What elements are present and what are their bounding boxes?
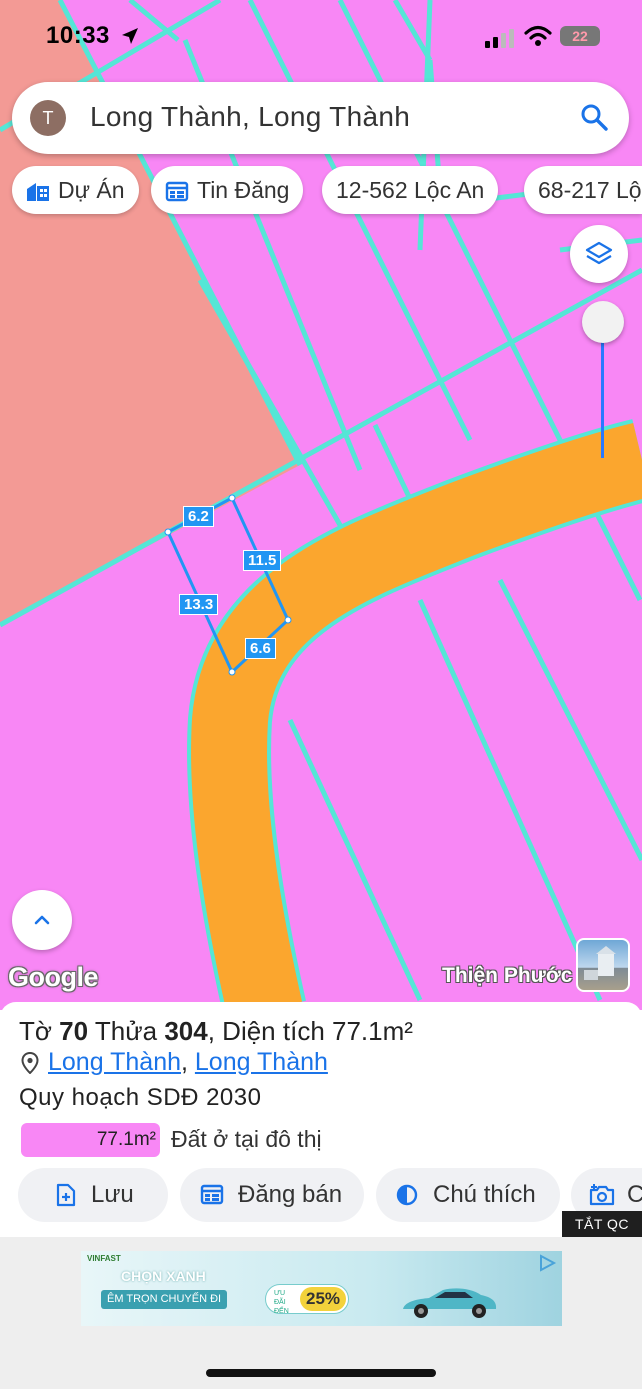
chip-tin-dang[interactable]: Tin Đăng — [151, 166, 304, 214]
car-icon — [403, 1288, 497, 1318]
post-sale-icon — [200, 1184, 224, 1205]
location-link-district[interactable]: Long Thành — [48, 1048, 181, 1076]
parcel-info-sheet[interactable]: Tờ 70 Thửa 304, Diện tích 77.1m² Long Th… — [0, 1002, 642, 1238]
lot-label: Thửa — [94, 1016, 158, 1046]
chip-label: Dự Án — [58, 177, 125, 203]
google-logo: Google — [8, 962, 99, 992]
ad-deal-badge: ƯU ĐÃI ĐẾN 25% — [265, 1284, 349, 1315]
area-value: 77.1m² — [332, 1016, 413, 1046]
ad-deal-caption: ƯU ĐÃI ĐẾN — [274, 1290, 289, 1315]
chip-label: 12-562 Lộc An — [336, 177, 485, 203]
chip-du-an[interactable]: Dự Án — [12, 166, 139, 214]
status-bar: 10:33 22 — [0, 0, 642, 72]
listing-icon — [165, 181, 189, 202]
legend-button-label: Chú thích — [433, 1181, 536, 1208]
area-label: Diện tích — [222, 1016, 325, 1046]
map-place-label[interactable]: Thiện Phước — [442, 964, 572, 988]
home-indicator — [206, 1369, 436, 1377]
parcel-title: Tờ 70 Thửa 304, Diện tích 77.1m² — [19, 1016, 413, 1046]
ad-brand-logo: VINFAST — [87, 1254, 121, 1263]
post-for-sale-label: Đăng bán — [238, 1181, 343, 1208]
legend-icon — [396, 1184, 418, 1206]
location-separator: , — [181, 1048, 188, 1076]
battery-indicator: 22 — [560, 26, 600, 46]
opacity-slider-handle[interactable] — [582, 301, 624, 343]
save-button[interactable]: Lưu — [18, 1168, 168, 1222]
dimension-label-right: 11.5 — [243, 550, 282, 571]
chip-label: Tin Đăng — [197, 177, 290, 203]
search-input[interactable]: Long Thành, Long Thành — [90, 101, 410, 133]
building-icon — [27, 183, 49, 201]
search-icon[interactable] — [579, 102, 609, 132]
land-use-description: Đất ở tại đô thị — [171, 1126, 322, 1152]
chip-recent-search-1[interactable]: 12-562 Lộc An — [322, 166, 499, 214]
wifi-icon — [524, 25, 552, 46]
dimension-label-top: 6.2 — [183, 506, 214, 527]
location-pin-icon — [21, 1052, 39, 1074]
save-file-icon — [56, 1183, 76, 1207]
chevron-up-icon — [34, 915, 50, 925]
dimension-label-bottom: 6.6 — [245, 638, 276, 659]
close-ad-button[interactable]: TẮT QC — [562, 1211, 642, 1237]
layers-icon — [585, 241, 613, 265]
street-view-thumbnail[interactable] — [576, 938, 630, 992]
street-view-photo-icon — [584, 946, 616, 980]
location-arrow-icon — [122, 28, 138, 44]
sheet-label: Tờ — [19, 1016, 52, 1046]
ad-subline: ÊM TRỌN CHUYẾN ĐI — [101, 1290, 228, 1309]
zoning-plan-label: Quy hoạch SDĐ 2030 — [19, 1084, 262, 1111]
dimension-label-left: 13.3 — [179, 594, 219, 615]
post-for-sale-button[interactable]: Đăng bán — [180, 1168, 364, 1222]
land-use-swatch: 77.1m² — [21, 1123, 160, 1157]
ad-headline: CHỌN XANH — [121, 1268, 206, 1284]
location-link-ward[interactable]: Long Thành — [195, 1048, 328, 1076]
lot-number: 304 — [164, 1016, 208, 1046]
chip-label: 68-217 Lộc — [538, 177, 642, 203]
layers-button[interactable] — [570, 225, 628, 283]
sheet-number: 70 — [59, 1016, 89, 1046]
legend-button[interactable]: Chú thích — [376, 1168, 560, 1222]
location-links: Long Thành, Long Thành — [48, 1048, 328, 1077]
chip-recent-search-2[interactable]: 68-217 Lộc — [524, 166, 642, 214]
ad-banner[interactable]: VINFAST CHỌN XANH ÊM TRỌN CHUYẾN ĐI ƯU Đ… — [81, 1251, 562, 1326]
ad-choices-icon[interactable] — [537, 1253, 557, 1273]
save-button-label: Lưu — [91, 1181, 134, 1208]
avatar[interactable]: T — [30, 100, 66, 136]
search-bar[interactable]: T Long Thành, Long Thành — [12, 82, 629, 154]
camera-icon — [589, 1184, 615, 1206]
expand-up-button[interactable] — [12, 890, 72, 950]
ad-deal-percent: 25% — [300, 1287, 347, 1311]
cellular-signal-icon — [485, 29, 514, 48]
status-time: 10:33 — [46, 22, 110, 49]
